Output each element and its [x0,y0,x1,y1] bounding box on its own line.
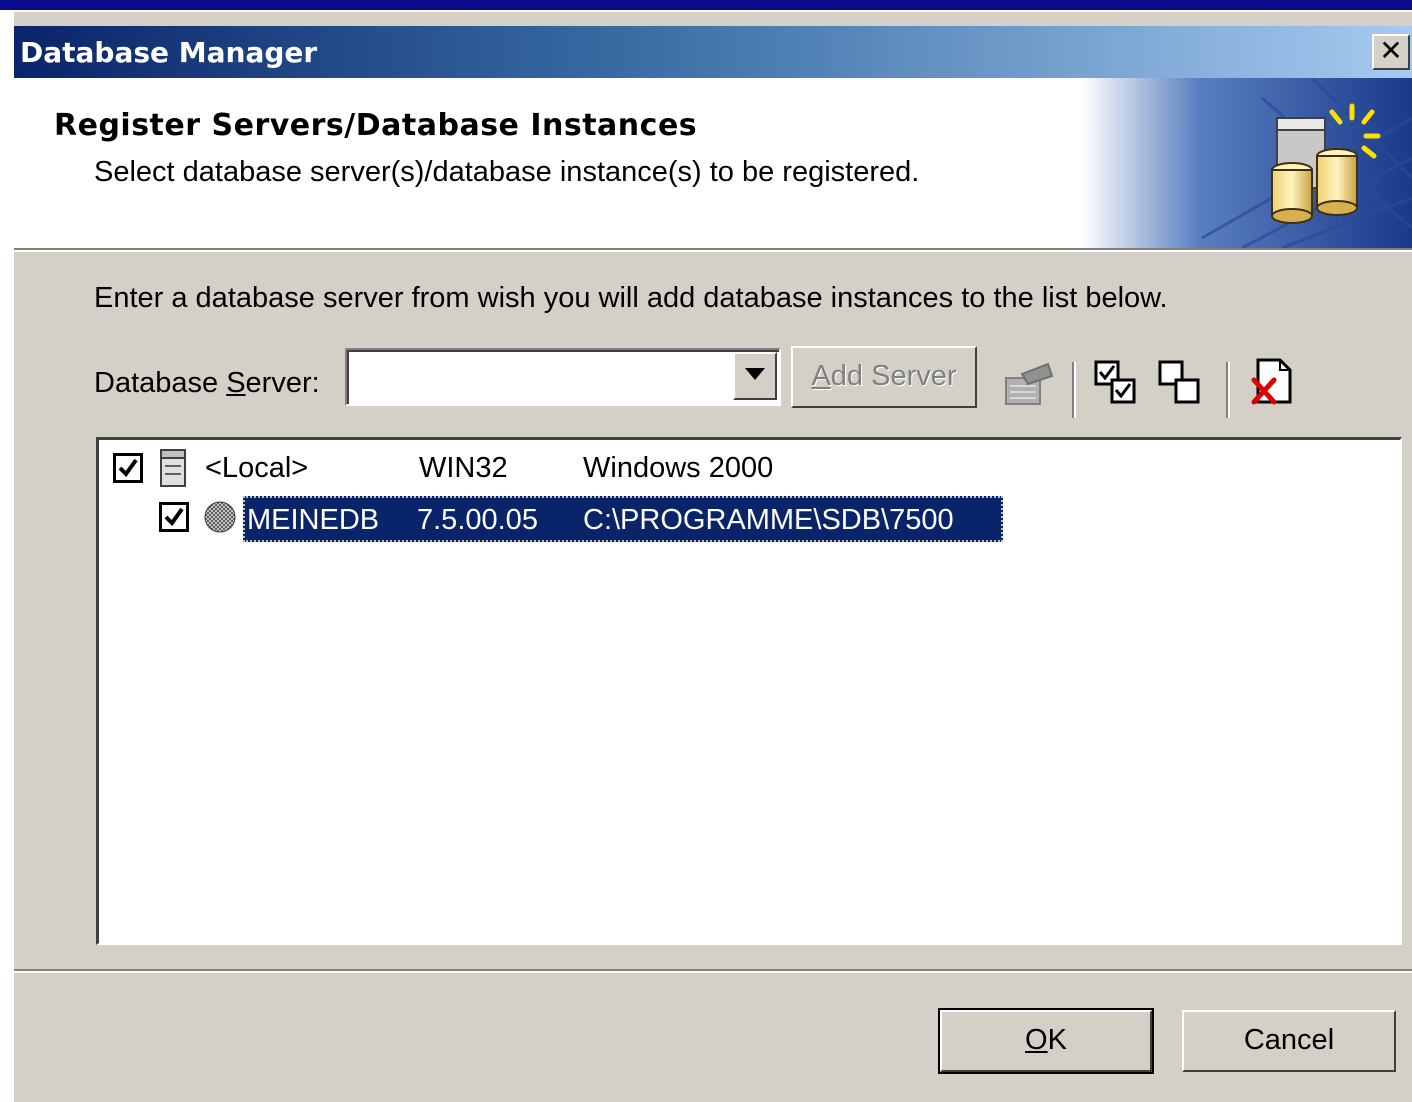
ok-mnemonic: O [1025,1024,1048,1056]
add-server-mnemonic: A [811,360,831,392]
server-icon [160,449,186,487]
cancel-button[interactable]: Cancel [1182,1010,1396,1072]
footer-divider [14,969,1412,973]
instance-path: C:\PROGRAMME\SDB\7500 [583,504,954,536]
database-server-input[interactable] [351,354,735,400]
list-item[interactable]: MEINEDB 7.5.00.05 C:\PROGRAMME\SDB\7500 [159,496,1019,542]
delete-icon[interactable] [1250,358,1296,406]
checkbox[interactable] [159,502,189,532]
server-properties-icon[interactable] [1002,362,1056,406]
checkmark-icon [164,507,184,527]
database-server-label: Database Server: [94,367,320,400]
server-platform: WIN32 [419,452,508,484]
toolbar-separator [1072,362,1076,418]
dropdown-arrow-icon [745,368,765,380]
instruction-text: Enter a database server from wish you wi… [94,282,1168,314]
server-instance-list[interactable]: <Local> WIN32 Windows 2000 MEINEDB 7.5.0… [96,437,1402,945]
ok-label: K [1047,1024,1067,1056]
instance-version: 7.5.00.05 [417,504,538,536]
server-os: Windows 2000 [583,452,774,484]
toolbar-separator [1226,362,1230,418]
database-instance-icon [204,501,236,533]
server-name: <Local> [205,452,309,484]
server-label-mnemonic: S [226,367,246,399]
select-all-icon[interactable] [1094,360,1138,406]
add-server-button[interactable]: Add Server [791,346,977,408]
page-title: Register Servers/Database Instances [54,108,698,143]
close-icon: ✕ [1379,34,1403,67]
server-label-suffix: erver: [245,367,320,399]
server-label-prefix: Database [94,367,227,399]
page-subtitle: Select database server(s)/database insta… [94,156,920,188]
deselect-all-icon[interactable] [1158,360,1204,406]
checkbox[interactable] [113,453,143,483]
close-button[interactable]: ✕ [1372,34,1410,70]
dropdown-button[interactable] [733,352,777,400]
desktop-strip [0,0,1412,10]
list-item[interactable]: <Local> WIN32 Windows 2000 [113,448,913,488]
title-bar[interactable]: Database Manager ✕ [14,26,1412,78]
database-manager-dialog: Database Manager ✕ Register Servers/Data… [12,10,1412,1102]
ok-button[interactable]: OK [938,1008,1154,1074]
checkmark-icon [118,458,138,478]
database-server-combobox[interactable] [345,348,781,406]
add-server-label: dd Server [830,360,957,392]
database-servers-icon [1082,78,1412,248]
wizard-header: Register Servers/Database Instances Sele… [14,78,1412,252]
window-title: Database Manager [20,36,318,69]
instance-name: MEINEDB [247,504,380,536]
